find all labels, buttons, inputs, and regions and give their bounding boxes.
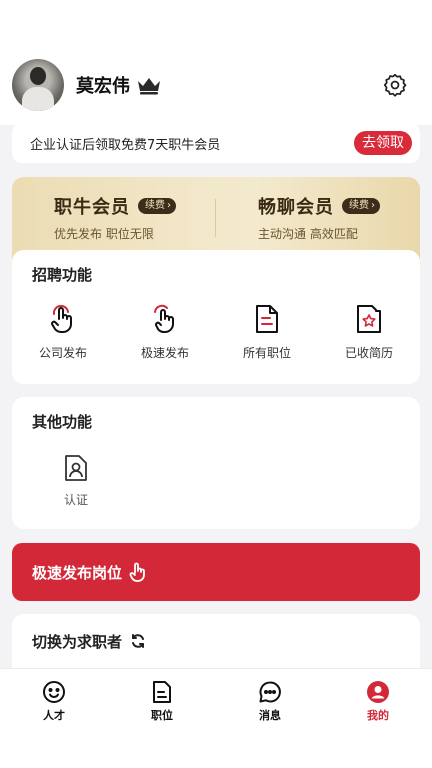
quick-post-function-button[interactable]: 极速发布 <box>114 302 216 361</box>
bottom-tab-bar: 人才 职位 消息 我的 <box>0 668 432 768</box>
tab-talent[interactable]: 人才 <box>0 669 108 768</box>
document-icon <box>153 681 171 703</box>
user-icon <box>367 681 389 703</box>
company-post-button[interactable]: 公司发布 <box>12 302 114 361</box>
recruit-functions-card: 招聘功能 公司发布 极速发布 所有职位 已收简历 <box>12 250 420 384</box>
tab-label: 消息 <box>259 709 281 722</box>
membership-title: 畅聊会员 <box>258 197 334 218</box>
renew-badge[interactable]: 续费 › <box>138 198 176 214</box>
section-title: 招聘功能 <box>32 266 93 284</box>
promo-text: 企业认证后领取免费7天职牛会员 <box>30 137 221 153</box>
tab-label: 人才 <box>43 709 65 722</box>
fast-tap-icon <box>154 304 174 333</box>
renew-badge[interactable]: 续费 › <box>342 198 380 214</box>
membership-title: 职牛会员 <box>54 197 130 218</box>
settings-button[interactable] <box>380 70 410 100</box>
claim-button[interactable]: 去领取 <box>354 131 412 155</box>
profile-header: 莫宏伟 <box>12 58 420 112</box>
tab-label: 我的 <box>367 709 389 722</box>
chevron-right-icon: › <box>167 200 171 211</box>
renew-label: 续费 <box>145 200 165 211</box>
hand-pointer-icon <box>51 304 72 333</box>
smile-icon <box>43 681 65 703</box>
tap-icon <box>129 562 145 582</box>
membership-subtitle: 主动沟通 高效匹配 <box>258 227 358 241</box>
func-label: 公司发布 <box>38 346 87 360</box>
divider <box>215 199 216 237</box>
user-name: 莫宏伟 <box>76 76 130 97</box>
chat-icon <box>259 681 281 703</box>
starred-file-icon <box>357 305 381 333</box>
renew-label: 续费 <box>349 200 369 211</box>
avatar[interactable] <box>12 59 64 111</box>
tab-mine[interactable]: 我的 <box>324 669 432 768</box>
id-card-icon <box>65 455 87 481</box>
received-resumes-button[interactable]: 已收简历 <box>318 302 420 361</box>
all-jobs-button[interactable]: 所有职位 <box>216 302 318 361</box>
switch-role-button[interactable]: 切换为求职者 <box>12 614 420 674</box>
tab-messages[interactable]: 消息 <box>216 669 324 768</box>
other-functions-card: 其他功能 认证 <box>12 397 420 529</box>
quick-post-label: 极速发布岗位 <box>32 563 123 582</box>
document-icon <box>256 305 278 333</box>
gear-icon <box>383 73 407 97</box>
certification-button[interactable]: 认证 <box>12 451 140 508</box>
section-title: 其他功能 <box>32 413 93 431</box>
chevron-right-icon: › <box>371 200 375 211</box>
membership-subtitle: 优先发布 职位无限 <box>54 227 154 241</box>
crown-icon <box>138 78 160 95</box>
tab-label: 职位 <box>151 709 173 722</box>
func-label: 极速发布 <box>140 346 189 360</box>
func-label: 认证 <box>63 493 88 507</box>
tab-jobs[interactable]: 职位 <box>108 669 216 768</box>
quick-post-job-button[interactable]: 极速发布岗位 <box>12 543 420 601</box>
func-label: 已收简历 <box>344 346 393 360</box>
refresh-icon <box>132 634 145 648</box>
func-label: 所有职位 <box>242 346 291 360</box>
switch-role-label: 切换为求职者 <box>32 632 123 651</box>
certification-promo[interactable]: 企业认证后领取免费7天职牛会员 去领取 <box>12 123 420 163</box>
